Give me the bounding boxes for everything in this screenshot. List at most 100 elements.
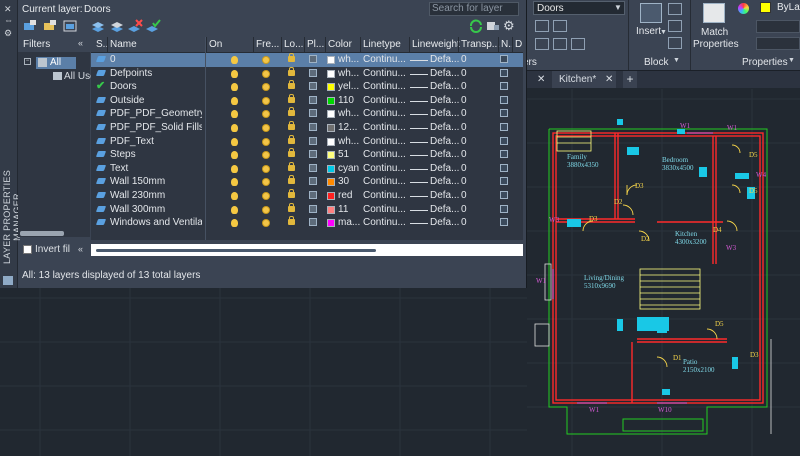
layer-lineweight[interactable]: Defa... — [430, 189, 460, 203]
layer-linetype[interactable]: Continu... — [363, 148, 409, 162]
plot-printer-icon[interactable] — [309, 218, 317, 227]
column-separator[interactable] — [458, 37, 459, 52]
column-separator[interactable] — [409, 37, 410, 52]
layer-lineweight[interactable]: Defa... — [430, 80, 460, 94]
layer-walk-icon[interactable] — [485, 19, 501, 33]
layer-transparency[interactable]: 0 — [461, 67, 481, 81]
layer-tool-icon[interactable] — [571, 38, 585, 50]
drawing-canvas[interactable]: Family 3880x4350 Bedroom 3830x4500 Kitchen… — [527, 89, 800, 456]
layer-transparency[interactable]: 0 — [461, 135, 481, 149]
layer-linetype[interactable]: Continu... — [363, 175, 409, 189]
color-swatch[interactable] — [327, 124, 335, 132]
vp-freeze-icon[interactable] — [500, 163, 508, 172]
color-swatch[interactable] — [327, 178, 335, 187]
column-separator[interactable] — [206, 37, 207, 52]
layer-color[interactable]: wh... — [338, 135, 360, 149]
lightbulb-on-icon[interactable] — [231, 192, 238, 200]
layer-transparency[interactable]: 0 — [461, 94, 481, 108]
column-separator[interactable] — [498, 37, 499, 52]
layer-linetype[interactable]: Continu... — [363, 162, 409, 176]
layer-lineweight[interactable]: Defa... — [430, 203, 460, 217]
layer-color[interactable]: 12... — [338, 121, 360, 135]
column-header-linetype[interactable]: Linetype — [363, 37, 401, 52]
column-separator[interactable] — [304, 37, 305, 52]
layer-name[interactable]: Windows and Ventila... — [110, 216, 202, 230]
close-icon[interactable]: ✕ — [4, 4, 12, 15]
plot-printer-icon[interactable] — [309, 95, 317, 104]
layer-lineweight[interactable]: Defa... — [430, 135, 460, 149]
layer-lineweight[interactable]: Defa... — [430, 53, 460, 67]
layer-lineweight[interactable]: Defa... — [430, 94, 460, 108]
layer-tool-icon[interactable] — [535, 38, 549, 50]
close-icon[interactable]: ✕ — [605, 71, 613, 88]
column-separator[interactable] — [107, 37, 108, 52]
layer-tool-icon[interactable] — [553, 20, 567, 32]
vp-freeze-icon[interactable] — [500, 136, 508, 145]
collapse-filters-button[interactable]: « — [78, 38, 83, 48]
match-properties-label[interactable]: Match — [701, 27, 728, 38]
column-header-name[interactable]: Name — [110, 37, 137, 52]
plot-printer-icon[interactable] — [309, 68, 317, 77]
pin-icon[interactable]: ⇔ — [4, 15, 13, 25]
layer-name[interactable]: Wall 230mm — [110, 189, 202, 203]
lightbulb-on-icon[interactable] — [231, 178, 238, 187]
layer-linetype[interactable]: Continu... — [363, 53, 409, 67]
layer-row[interactable]: Steps 51 Continu... Defa... 0 — [91, 148, 523, 162]
layer-tool-icon[interactable] — [553, 38, 567, 50]
new-group-filter-icon[interactable] — [42, 19, 58, 33]
new-layer-icon[interactable] — [91, 19, 107, 33]
plot-printer-icon[interactable] — [309, 136, 317, 145]
close-icon[interactable]: ✕ — [537, 71, 545, 88]
block-tool-icon[interactable] — [668, 3, 682, 15]
column-header-color[interactable]: Color — [328, 37, 352, 52]
unlock-icon[interactable] — [288, 189, 295, 198]
vp-freeze-icon[interactable] — [500, 177, 508, 186]
plot-printer-icon[interactable] — [309, 204, 317, 213]
chevron-down-icon[interactable]: ▼ — [673, 57, 680, 64]
vp-freeze-icon[interactable] — [500, 218, 508, 227]
new-layer-vp-frozen-icon[interactable] — [110, 19, 126, 33]
layer-lineweight[interactable]: Defa... — [430, 162, 460, 176]
layer-color[interactable]: wh... — [338, 53, 360, 67]
unlock-icon[interactable] — [288, 53, 295, 62]
layer-color[interactable]: 110 — [338, 94, 360, 108]
on-cell[interactable] — [205, 107, 245, 121]
column-header-lock[interactable]: Lo... — [284, 37, 303, 52]
layer-lineweight[interactable]: Defa... — [430, 67, 460, 81]
column-separator[interactable] — [512, 37, 513, 52]
layer-row[interactable]: Text cyan Continu... Defa... 0 — [91, 161, 523, 176]
layer-color[interactable]: 51 — [338, 148, 360, 162]
layer-color[interactable]: 11 — [338, 203, 360, 217]
new-tab-button[interactable]: + — [623, 71, 637, 88]
unlock-icon[interactable] — [288, 202, 295, 212]
on-cell[interactable] — [205, 203, 245, 217]
layer-linetype[interactable]: Continu... — [363, 107, 409, 121]
plot-printer-icon[interactable] — [309, 191, 317, 199]
match-properties-label[interactable]: Properties — [693, 39, 739, 50]
layer-states-manager-icon[interactable] — [62, 19, 78, 33]
drawing-canvas-lower[interactable] — [0, 288, 527, 456]
plot-printer-icon[interactable] — [309, 123, 317, 131]
layer-transparency[interactable]: 0 — [461, 121, 481, 135]
vp-freeze-icon[interactable] — [500, 123, 508, 131]
chevron-down-icon[interactable]: ▼ — [612, 1, 624, 15]
layer-row[interactable]: Defpoints wh... Continu... Defa... 0 — [91, 66, 523, 81]
chevron-down-icon[interactable]: ▼ — [660, 29, 667, 36]
color-swatch[interactable] — [327, 137, 335, 146]
layer-color[interactable]: wh... — [338, 107, 360, 121]
color-swatch[interactable] — [327, 164, 335, 173]
vp-freeze-icon[interactable] — [500, 82, 508, 91]
layer-name[interactable]: Doors — [110, 80, 202, 94]
color-swatch[interactable] — [327, 219, 335, 228]
plot-printer-icon[interactable] — [309, 150, 317, 159]
gear-icon[interactable]: ⚙ — [4, 28, 12, 39]
lightbulb-on-icon[interactable] — [231, 83, 238, 92]
new-property-filter-icon[interactable] — [22, 19, 38, 33]
thaw-sun-icon[interactable] — [261, 177, 271, 187]
layer-transparency[interactable]: 0 — [461, 189, 481, 203]
layer-color[interactable]: cyan — [338, 162, 360, 176]
layer-linetype[interactable]: Continu... — [363, 94, 409, 108]
layer-transparency[interactable]: 0 — [461, 148, 481, 162]
layer-name[interactable]: PDF_PDF_Geometry — [110, 107, 202, 121]
color-swatch[interactable] — [327, 110, 335, 119]
